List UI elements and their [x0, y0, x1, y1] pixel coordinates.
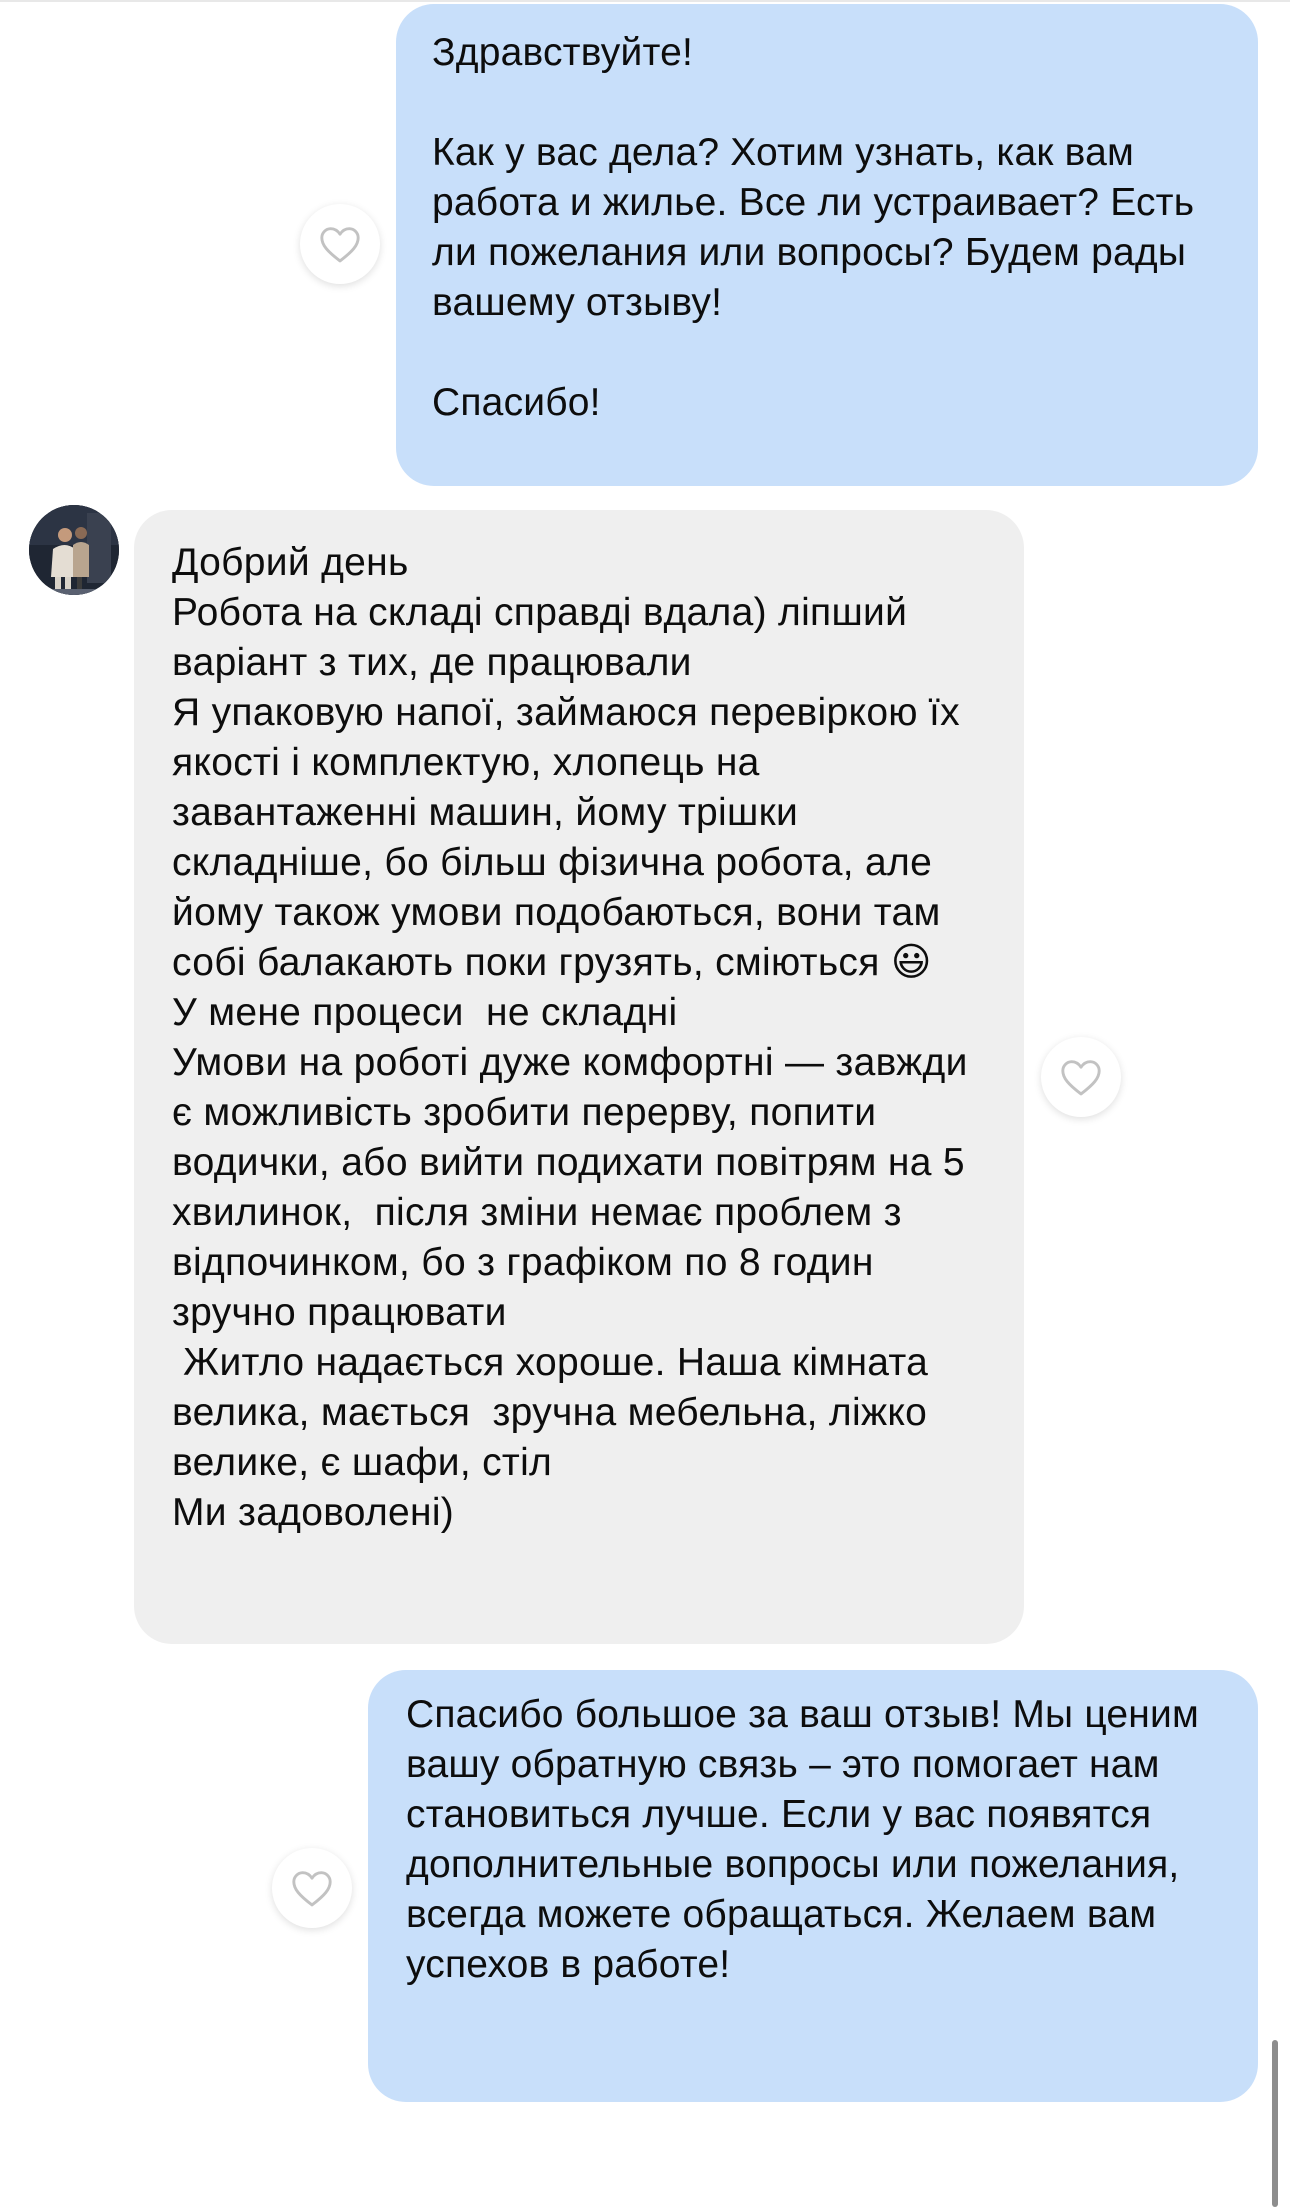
like-button[interactable]	[300, 204, 380, 284]
avatar-photo	[29, 505, 119, 595]
outgoing-message-bubble[interactable]: Спасибо большое за ваш отзыв! Мы ценим в…	[368, 1670, 1258, 2102]
heart-outline-icon	[320, 227, 360, 263]
outgoing-message-bubble[interactable]: Здравствуйте! Как у вас дела? Хотим узна…	[396, 4, 1258, 486]
scrollbar[interactable]	[1272, 2040, 1278, 2207]
heart-outline-icon	[292, 1871, 332, 1907]
heart-outline-icon	[1061, 1060, 1101, 1096]
like-button[interactable]	[272, 1848, 352, 1928]
incoming-message-bubble[interactable]: Добрий день Робота на складі справді вда…	[134, 510, 1024, 1644]
contact-avatar[interactable]	[29, 505, 119, 595]
like-button[interactable]	[1041, 1037, 1121, 1117]
top-divider	[0, 0, 1290, 2]
